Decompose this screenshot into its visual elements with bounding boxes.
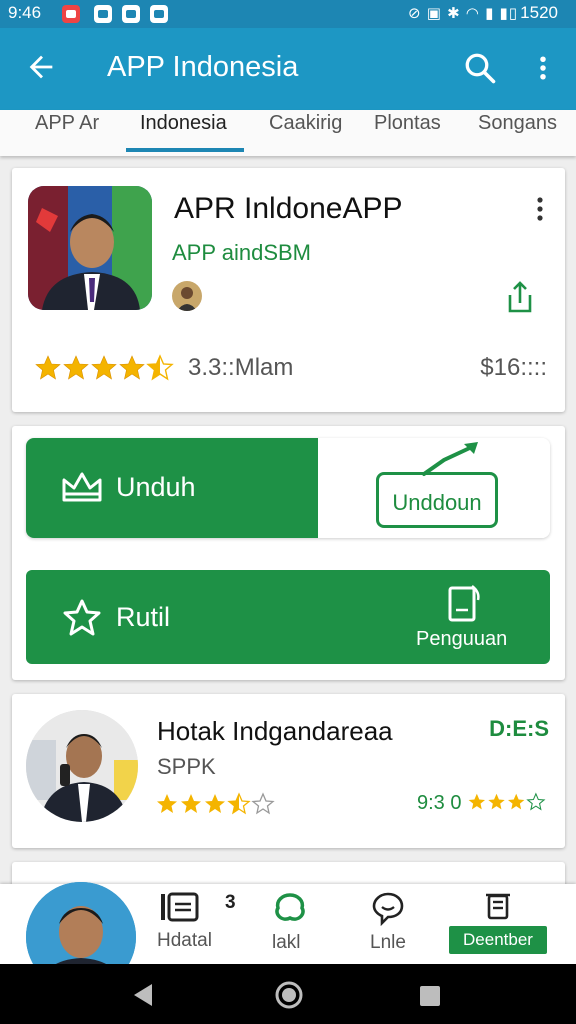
- tab-app-ar[interactable]: APP Ar: [35, 112, 99, 135]
- nav-label-hdatal: Hdatal: [157, 930, 212, 951]
- back-arrow-icon[interactable]: [24, 50, 58, 84]
- status-bar: 9:46 ⊘ ▣ ✱ ◠ ▮ ▮▯ 1520: [0, 0, 576, 28]
- status-time: 9:46: [8, 3, 42, 22]
- download-card: Unduh Unddoun Rutil Penguuan: [12, 426, 565, 680]
- category-tabs: APP Ar Indonesia Caakirig Plontas Songan…: [0, 110, 576, 156]
- badge-star-icon: [63, 599, 101, 636]
- app-icon[interactable]: [28, 186, 152, 310]
- leaf-icon: [275, 893, 305, 921]
- recommendation-stars: [157, 792, 275, 815]
- secondary-action-label: Rutil: [116, 602, 171, 632]
- notification-icon: [62, 5, 80, 23]
- developer-name[interactable]: APP aindSBM: [172, 240, 311, 266]
- nav-label-deentber[interactable]: Deentber: [449, 926, 547, 954]
- download-outline-button[interactable]: Unddoun: [376, 472, 498, 528]
- system-back-icon[interactable]: [132, 982, 156, 1008]
- system-navigation-bar: [0, 964, 576, 1024]
- recommendation-title: Hotak Indgandareaa: [157, 716, 393, 746]
- rating-stars: [35, 354, 174, 381]
- system-recents-icon[interactable]: [418, 984, 442, 1008]
- tab-caakirig[interactable]: Caakirig: [269, 112, 342, 135]
- search-icon[interactable]: [462, 50, 498, 86]
- recommendation-subtitle: SPPK: [157, 754, 216, 779]
- recommendation-score: 9:3 0: [417, 792, 549, 815]
- chat-bubble-icon: [372, 892, 404, 926]
- recommendation-card[interactable]: Hotak Indgandareaa SPPK D:E:S 9:3 0: [12, 694, 565, 848]
- tab-indonesia[interactable]: Indonesia: [140, 112, 227, 135]
- nav-item-lakl[interactable]: lakl: [262, 884, 322, 964]
- trash-icon: [486, 893, 510, 920]
- download-crown-icon: [62, 472, 102, 502]
- active-tab-indicator: [126, 148, 244, 152]
- battery-text: 1520: [520, 3, 558, 22]
- recommendation-badge: D:E:S: [489, 716, 549, 741]
- share-icon[interactable]: [506, 281, 534, 315]
- mail-icon: [150, 5, 168, 23]
- nav-item-lnle[interactable]: Lnle: [360, 884, 420, 964]
- download-label: Unduh: [116, 472, 196, 502]
- download-button[interactable]: Unduh: [26, 438, 318, 538]
- price: $16::::: [480, 354, 547, 381]
- recommendation-avatar: [26, 710, 138, 822]
- tab-plontas[interactable]: Plontas: [374, 112, 441, 135]
- download-outline-area: Unddoun: [318, 438, 550, 538]
- recommendation-score-text: 9:3 0: [416, 792, 462, 814]
- document-icon: [448, 585, 480, 622]
- secondary-action-button[interactable]: Rutil Penguuan: [26, 570, 550, 664]
- secondary-action-sub-label: Penguuan: [416, 628, 508, 650]
- app-name: APR InldoneAPP: [174, 192, 403, 225]
- chat-icon: [122, 5, 140, 23]
- developer-avatar: [172, 281, 202, 311]
- system-icons: ⊘ ▣ ✱ ◠ ▮ ▮▯: [408, 5, 518, 22]
- nav-count-badge: 3: [225, 892, 236, 913]
- message-icon: [94, 5, 112, 23]
- catalog-icon: [161, 892, 199, 922]
- more-vert-icon[interactable]: [528, 52, 558, 84]
- nav-item-hdatal[interactable]: 3 Hdatal: [155, 884, 245, 964]
- tab-songans[interactable]: Songans: [478, 112, 557, 135]
- app-bar-title: APP Indonesia: [107, 51, 299, 83]
- nav-label-lnle: Lnle: [370, 932, 406, 953]
- download-row: Unduh Unddoun: [26, 438, 550, 538]
- rating-text: 3.3::Mlam: [188, 354, 294, 381]
- app-info-card: APR InldoneAPP APP aindSBM 3.3::Mlam $16…: [12, 168, 565, 412]
- system-home-icon[interactable]: [274, 980, 304, 1010]
- recommendation-score-stars: [468, 792, 546, 811]
- nav-label-lakl: lakl: [272, 932, 301, 953]
- card-more-icon[interactable]: [530, 194, 550, 224]
- app-bar: APP Indonesia: [0, 28, 576, 110]
